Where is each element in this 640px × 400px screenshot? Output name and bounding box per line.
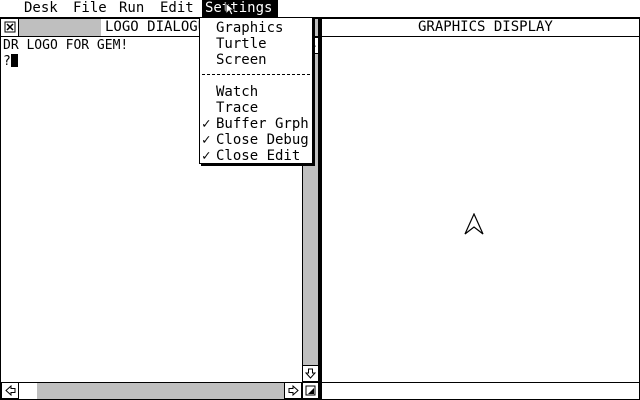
size-box-icon[interactable]: [302, 382, 319, 399]
menu-settings[interactable]: Settings: [202, 0, 278, 17]
menu-item-watch[interactable]: Watch: [200, 84, 312, 100]
menu-item-close-edit[interactable]: ✓ Close Edit: [200, 148, 312, 164]
menu-bar: Desk File Run Edit Settings: [0, 0, 640, 18]
menu-item-turtle[interactable]: Turtle: [200, 36, 312, 52]
graphics-title-bar[interactable]: GRAPHICS DISPLAY: [322, 19, 639, 37]
graphics-bottom-bar: [322, 382, 639, 399]
menu-item-label: Trace: [216, 100, 259, 116]
graphics-title: GRAPHICS DISPLAY: [414, 19, 557, 36]
menu-item-trace[interactable]: Trace: [200, 100, 312, 116]
menu-item-label: Close Debug: [216, 132, 309, 148]
menu-item-label: Close Edit: [216, 148, 301, 164]
text-cursor: [10, 54, 18, 67]
menu-file[interactable]: File: [70, 0, 110, 17]
menu-item-buffer-grph[interactable]: ✓ Buffer Grph: [200, 116, 312, 132]
check-icon: ✓: [202, 148, 211, 164]
mouse-pointer-icon: [225, 2, 235, 16]
graphics-display-window: GRAPHICS DISPLAY: [321, 18, 640, 400]
menu-item-label: Graphics: [216, 20, 284, 36]
dialogue-output[interactable]: DR LOGO FOR GEM! ?: [3, 38, 128, 70]
menu-item-label: Turtle: [216, 36, 267, 52]
menu-item-screen[interactable]: Screen: [200, 52, 312, 68]
check-icon: ✓: [202, 132, 211, 148]
horizontal-scroll-thumb[interactable]: [19, 383, 37, 399]
horizontal-scroll-track[interactable]: [37, 383, 284, 399]
menu-item-label: Watch: [216, 84, 259, 100]
menu-item-graphics[interactable]: Graphics: [200, 20, 312, 36]
graphics-canvas[interactable]: [322, 37, 639, 382]
menu-item-label: Buffer Grph: [216, 116, 309, 132]
arrow-right-icon[interactable]: [284, 382, 302, 399]
menu-separator: [202, 74, 310, 75]
menu-item-label: Screen: [216, 52, 267, 68]
menu-item-close-debug[interactable]: ✓ Close Debug: [200, 132, 312, 148]
check-icon: ✓: [202, 116, 211, 132]
dialogue-prompt: ?: [3, 54, 11, 69]
menu-edit[interactable]: Edit: [157, 0, 197, 17]
settings-dropdown: Graphics Turtle Screen Watch Trace ✓ Buf…: [199, 17, 313, 164]
menu-run[interactable]: Run: [116, 0, 147, 17]
close-box-icon[interactable]: [1, 19, 19, 36]
menu-desk[interactable]: Desk: [21, 0, 61, 17]
dialogue-line-1: DR LOGO FOR GEM!: [3, 38, 129, 53]
turtle-cursor-icon: [464, 213, 484, 235]
arrow-down-icon[interactable]: [302, 365, 319, 382]
arrow-left-icon[interactable]: [1, 382, 19, 399]
